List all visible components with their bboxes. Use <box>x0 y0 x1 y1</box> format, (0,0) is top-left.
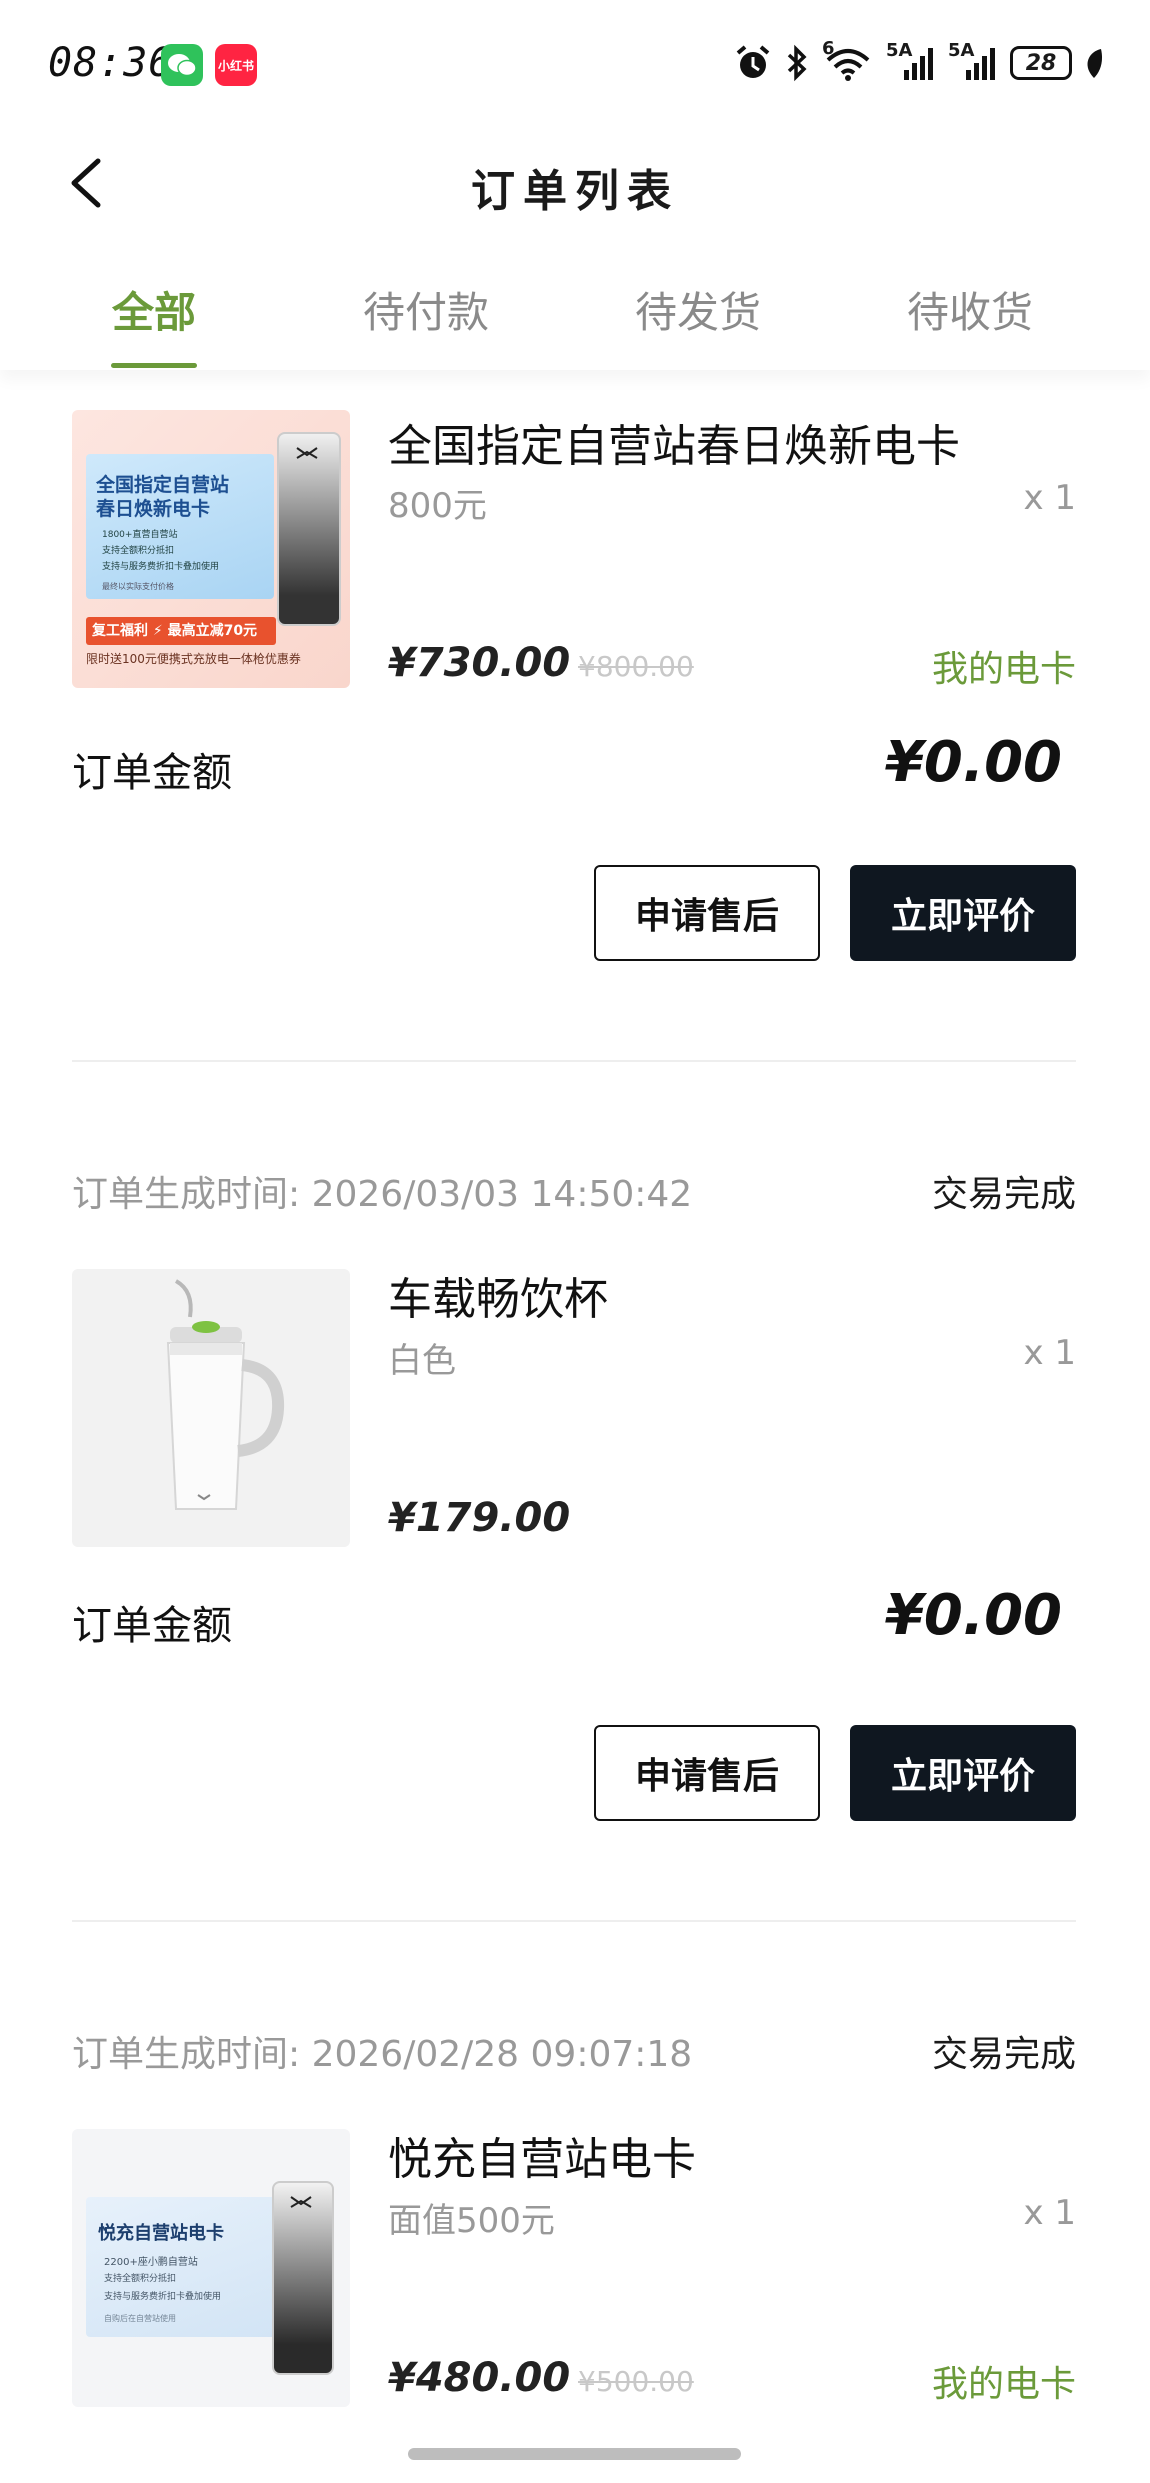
product-quantity: x 1 <box>1023 1333 1076 1373</box>
cup-image <box>166 1279 285 1510</box>
status-bar: 08:36 小红书 6 5A 5A 28 <box>0 0 1150 135</box>
leaf-icon <box>1087 49 1103 78</box>
thumbnail-bullet: 支持全额积分抵扣 <box>102 546 175 556</box>
created-value: 2026/03/03 14:50:42 <box>311 1174 693 1215</box>
tab-all[interactable]: 全部 <box>59 279 249 340</box>
order-tabs: 全部 待付款 待发货 待收货 <box>0 255 1150 370</box>
divider <box>72 1920 1076 1922</box>
product-price: ¥730.00 <box>388 640 571 686</box>
product-name[interactable]: 车载畅饮杯 <box>388 1263 608 1327</box>
order-amount-value: ¥0.00 <box>884 730 1062 795</box>
cell-signal-2: 5A <box>948 40 998 82</box>
product-thumbnail[interactable] <box>72 1269 350 1547</box>
product-price: ¥480.00 <box>388 2355 571 2401</box>
review-button[interactable]: 立即评价 <box>850 865 1076 961</box>
bluetooth-icon <box>787 44 807 82</box>
product-thumbnail[interactable]: 全国指定自营站 春日焕新电卡 1800+直营自营站 支持全额积分抵扣 支持与服务… <box>72 410 350 688</box>
my-card-link[interactable]: 我的电卡 <box>932 640 1076 692</box>
order-status: 交易完成 <box>931 1174 1076 1215</box>
promo-text: 复工福利 ⚡ 最高立减70元 <box>92 623 258 639</box>
original-price: ¥800.00 <box>578 650 694 683</box>
tab-pending-payment[interactable]: 待付款 <box>331 279 521 340</box>
tab-pending-shipment[interactable]: 待发货 <box>603 279 793 340</box>
wifi-label: 6 <box>822 38 835 59</box>
product-spec: 白色 <box>388 1341 456 1381</box>
tab-pending-receipt[interactable]: 待收货 <box>875 279 1065 340</box>
my-card-link[interactable]: 我的电卡 <box>932 2355 1076 2407</box>
thumbnail-title-1: 全国指定自营站 <box>96 474 230 496</box>
cell-signal-1: 5A <box>886 40 936 82</box>
card-logo-icon <box>296 447 318 459</box>
created-value: 2026/02/28 09:07:18 <box>311 2034 693 2075</box>
wifi-indicator: 6 <box>822 38 874 82</box>
wechat-icon <box>161 44 203 86</box>
review-button[interactable]: 立即评价 <box>850 1725 1076 1821</box>
order-amount-label: 订单金额 <box>72 1603 232 1649</box>
promo-banner: 复工福利 ⚡ 最高立减70元 <box>86 617 276 645</box>
created-label: 订单生成时间: <box>72 1174 301 1215</box>
signal-1-label: 5A <box>886 40 913 61</box>
product-name[interactable]: 悦充自营站电卡 <box>388 2123 696 2187</box>
thumbnail-bullet: 支持与服务费折扣卡叠加使用 <box>102 562 220 572</box>
status-time: 08:36 <box>48 40 174 86</box>
battery-icon: 28 <box>1010 46 1072 80</box>
status-icons: 6 5A 5A 28 <box>734 38 1104 82</box>
product-quantity: x 1 <box>1023 2193 1076 2233</box>
alarm-icon <box>736 45 770 78</box>
thumbnail-footnote: 最终以实际支付价格 <box>102 582 174 591</box>
thumbnail-title-2: 春日焕新电卡 <box>96 498 211 520</box>
original-price: ¥500.00 <box>578 2365 694 2398</box>
thumbnail-bullet: 支持全额积分抵扣 <box>104 2274 177 2284</box>
product-quantity: x 1 <box>1023 478 1076 518</box>
signal-2-label: 5A <box>948 40 975 61</box>
after-sales-button[interactable]: 申请售后 <box>594 1725 820 1821</box>
card-logo-icon <box>290 2196 312 2208</box>
xiaohongshu-label: 小红书 <box>217 58 254 73</box>
order-status: 交易完成 <box>931 2034 1076 2075</box>
thumbnail-bullet: 2200+座小鹏自营站 <box>104 2257 198 2268</box>
after-sales-button[interactable]: 申请售后 <box>594 865 820 961</box>
thumbnail-title: 悦充自营站电卡 <box>98 2223 224 2244</box>
divider <box>72 1060 1076 1062</box>
page-title: 订单列表 <box>471 166 679 217</box>
promo-subtext: 限时送100元便携式充放电一体枪优惠券 <box>86 652 301 666</box>
product-name[interactable]: 全国指定自营站春日焕新电卡 <box>388 410 960 474</box>
order-created-time: 订单生成时间: 2026/03/03 14:50:42 <box>72 1165 692 1217</box>
product-thumbnail[interactable]: 悦充自营站电卡 2200+座小鹏自营站 支持全额积分抵扣 支持与服务费折扣卡叠加… <box>72 2129 350 2407</box>
order-header: 订单生成时间: 2026/02/28 09:07:18 交易完成 <box>72 2025 1076 2075</box>
order-header: 订单生成时间: 2026/03/03 14:50:42 交易完成 <box>72 1165 1076 1215</box>
battery-level: 28 <box>1025 50 1057 76</box>
navigation-bar: 订单列表 <box>0 135 1150 235</box>
order-card[interactable]: 全国指定自营站 春日焕新电卡 1800+直营自营站 支持全额积分抵扣 支持与服务… <box>72 410 1076 970</box>
card-device-image <box>272 2181 334 2375</box>
xiaohongshu-icon: 小红书 <box>215 44 257 86</box>
order-card[interactable]: 订单生成时间: 2026/03/03 14:50:42 交易完成 车载畅饮杯 白… <box>72 1165 1076 1845</box>
product-spec: 800元 <box>388 486 487 526</box>
product-spec: 面值500元 <box>388 2201 555 2241</box>
active-tab-indicator <box>111 363 197 368</box>
home-indicator[interactable] <box>408 2448 741 2460</box>
product-price: ¥179.00 <box>388 1495 571 1541</box>
order-card[interactable]: 订单生成时间: 2026/02/28 09:07:18 交易完成 悦充自营站电卡… <box>72 2025 1076 2445</box>
order-amount-label: 订单金额 <box>72 750 232 796</box>
order-created-time: 订单生成时间: 2026/02/28 09:07:18 <box>72 2025 692 2077</box>
thumbnail-bullet: 1800+直营自营站 <box>102 530 178 540</box>
thumbnail-footnote: 自购后在自营站使用 <box>104 2314 176 2323</box>
card-device-image <box>277 432 341 626</box>
thumbnail-bullet: 支持与服务费折扣卡叠加使用 <box>104 2292 222 2302</box>
created-label: 订单生成时间: <box>72 2034 301 2075</box>
order-amount-value: ¥0.00 <box>884 1583 1062 1648</box>
